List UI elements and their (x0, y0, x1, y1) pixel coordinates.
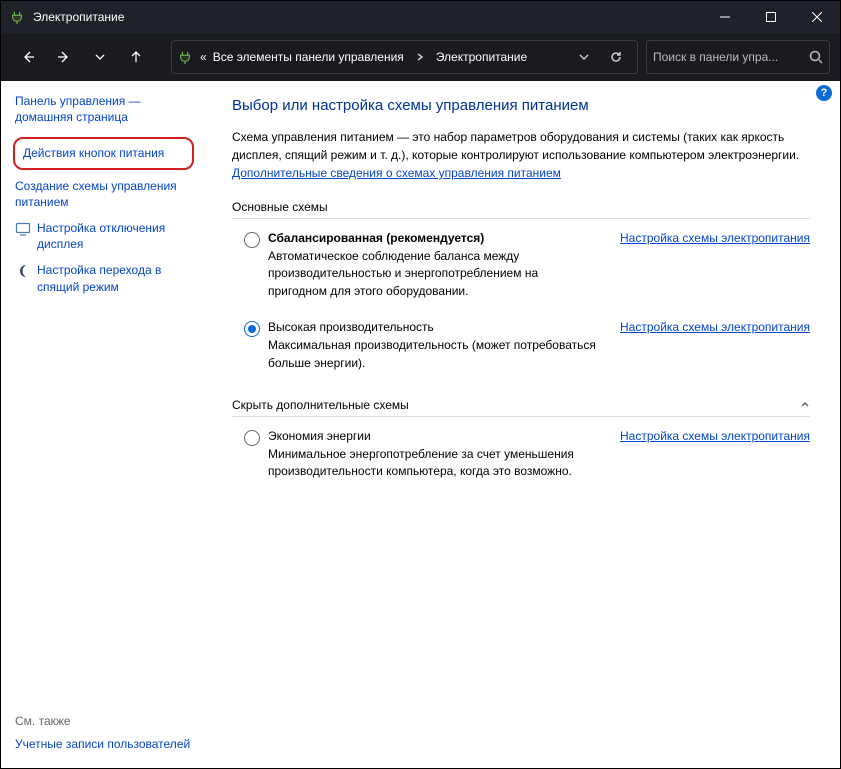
plan-balanced: Сбалансированная (рекомендуется) Автомат… (232, 229, 810, 302)
page-heading: Выбор или настройка схемы управления пит… (232, 97, 810, 114)
titlebar: Электропитание (1, 1, 840, 33)
additional-plans-expander: Скрыть дополнительные схемы (232, 398, 810, 417)
search-icon (809, 50, 823, 64)
plan-high-performance-settings-link[interactable]: Настройка схемы электропитания (620, 320, 810, 334)
sidebar-link-home[interactable]: Панель управления — домашняя страница (15, 93, 192, 125)
sidebar: Панель управления — домашняя страница Де… (1, 81, 206, 768)
plan-power-saver-desc: Минимальное энергопотребление за счет ум… (268, 446, 600, 481)
monitor-icon (15, 221, 31, 237)
page-description: Схема управления питанием — это набор па… (232, 128, 810, 182)
radio-high-performance[interactable] (244, 321, 260, 337)
plan-balanced-desc: Автоматическое соблюдение баланса между … (268, 248, 600, 300)
power-options-window: Электропитание « Все элементы панели упр… (0, 0, 841, 769)
hide-additional-plans-toggle[interactable]: Скрыть дополнительные схемы (232, 398, 810, 417)
up-button[interactable] (119, 42, 153, 72)
plan-power-saver-name: Экономия энергии (268, 429, 600, 443)
address-bar[interactable]: « Все элементы панели управления Электро… (171, 40, 638, 74)
minimize-button[interactable] (702, 1, 748, 33)
window-title: Электропитание (33, 10, 124, 24)
forward-button[interactable] (47, 42, 81, 72)
plan-balanced-name: Сбалансированная (рекомендуется) (268, 231, 600, 245)
plan-high-performance-name: Высокая производительность (268, 320, 600, 334)
main-panel: ? Выбор или настройка схемы управления п… (206, 81, 840, 768)
back-button[interactable] (11, 42, 45, 72)
power-plug-icon (9, 9, 25, 25)
address-tail (569, 42, 631, 72)
radio-power-saver[interactable] (244, 430, 260, 446)
plan-high-performance: Высокая производительность Максимальная … (232, 318, 810, 374)
see-also-label: См. также (15, 714, 192, 728)
plan-power-saver-settings-link[interactable]: Настройка схемы электропитания (620, 429, 810, 443)
learn-more-link[interactable]: Дополнительные сведения о схемах управле… (232, 166, 561, 180)
plan-balanced-settings-link[interactable]: Настройка схемы электропитания (620, 231, 810, 245)
plan-power-saver-option[interactable]: Экономия энергии Минимальное энергопотре… (244, 429, 600, 481)
breadcrumb-separator-icon (416, 53, 424, 61)
plan-high-performance-option[interactable]: Высокая производительность Максимальная … (244, 320, 600, 372)
search-input[interactable]: Поиск в панели упра... (646, 40, 830, 74)
close-button[interactable] (794, 1, 840, 33)
titlebar-left: Электропитание (1, 9, 124, 25)
content-body: Панель управления — домашняя страница Де… (1, 81, 840, 768)
sidebar-bottom: См. также Учетные записи пользователей (15, 714, 192, 756)
recent-dropdown[interactable] (83, 42, 117, 72)
window-controls (702, 1, 840, 33)
navigation-bar: « Все элементы панели управления Электро… (1, 33, 840, 81)
plan-power-saver: Экономия энергии Минимальное энергопотре… (232, 427, 810, 483)
breadcrumb-segment-1[interactable]: Все элементы панели управления (213, 50, 404, 64)
address-icon (178, 50, 194, 64)
plan-balanced-option[interactable]: Сбалансированная (рекомендуется) Автомат… (244, 231, 600, 300)
radio-balanced[interactable] (244, 232, 260, 248)
maximize-button[interactable] (748, 1, 794, 33)
address-dropdown[interactable] (569, 42, 599, 72)
sidebar-link-user-accounts[interactable]: Учетные записи пользователей (15, 736, 192, 752)
moon-icon (15, 263, 31, 279)
sidebar-link-sleep[interactable]: Настройка перехода в спящий режим (15, 262, 192, 294)
breadcrumb-segment-2[interactable]: Электропитание (436, 50, 527, 64)
plan-high-performance-desc: Максимальная производительность (может п… (268, 337, 600, 372)
refresh-button[interactable] (601, 42, 631, 72)
sidebar-link-power-buttons[interactable]: Действия кнопок питания (13, 137, 194, 169)
basic-plans-group-label: Основные схемы (232, 200, 810, 219)
breadcrumb-prefix: « (200, 50, 207, 64)
chevron-up-icon (800, 398, 810, 412)
sidebar-link-create-plan[interactable]: Создание схемы управления питанием (15, 178, 192, 210)
help-icon[interactable]: ? (816, 85, 832, 101)
search-placeholder: Поиск в панели упра... (653, 50, 803, 64)
sidebar-link-display-off[interactable]: Настройка отключения дисплея (15, 220, 192, 252)
